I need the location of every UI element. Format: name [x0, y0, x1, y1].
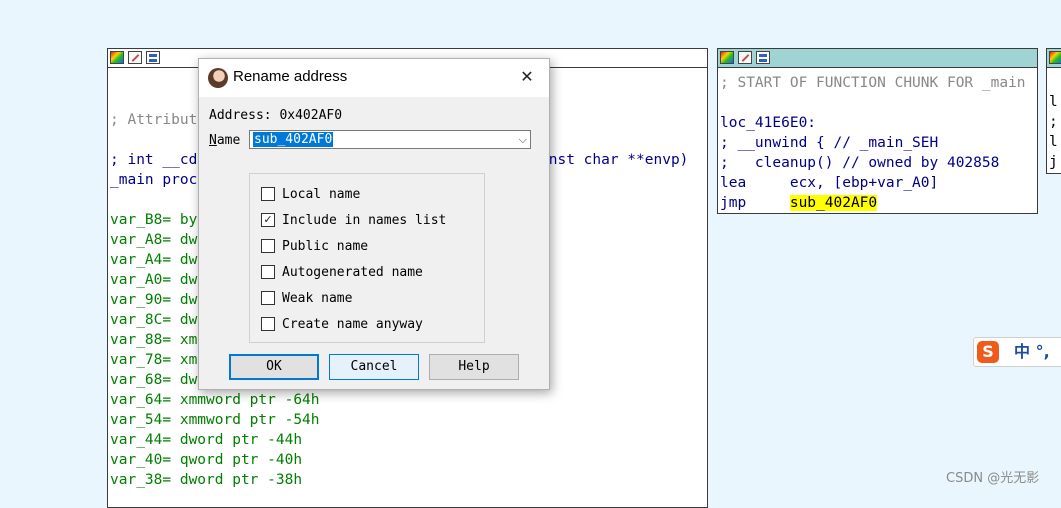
code-line[interactable]: loc_41E6E0: [720, 113, 1026, 133]
node-titlebar[interactable] [718, 49, 1037, 68]
checkbox-unchecked-icon[interactable] [261, 187, 275, 201]
graph-icon[interactable] [146, 51, 160, 64]
name-combobox[interactable]: sub_402AF0 ⌵ [249, 130, 531, 149]
code-line[interactable]: ; [1049, 112, 1058, 132]
disassembly-listing[interactable]: l; l j [1049, 72, 1058, 172]
chevron-down-icon[interactable]: ⌵ [519, 131, 527, 148]
checkbox-unchecked-icon[interactable] [261, 317, 275, 331]
name-flags-group: Local name ✓ Include in names list Public n… [249, 173, 485, 343]
code-line[interactable]: jmp sub_402AF0 [720, 193, 1026, 213]
app-avatar-icon [208, 68, 228, 88]
cancel-button[interactable]: Cancel [329, 354, 419, 380]
name-label: Name [209, 133, 240, 148]
code-line[interactable]: var_44= dword ptr -44h [110, 430, 320, 450]
code-line[interactable]: var_38= dword ptr -38h [110, 470, 320, 490]
edit-icon[interactable] [128, 51, 142, 64]
code-line[interactable]: var_40= qword ptr -40h [110, 450, 320, 470]
checkbox-label: Create name anyway [282, 317, 423, 332]
code-line[interactable]: l [1049, 92, 1058, 112]
name-label-mnemonic: N [209, 133, 217, 148]
node-titlebar[interactable] [1047, 49, 1061, 68]
checkbox-unchecked-icon[interactable] [261, 291, 275, 305]
checkbox-label: Autogenerated name [282, 265, 423, 280]
graph-node-chunk[interactable]: ; START OF FUNCTION CHUNK FOR _main loc_4… [717, 48, 1038, 214]
checkbox-label: Public name [282, 239, 369, 254]
dialog-title: Rename address [233, 68, 348, 85]
code-line[interactable]: var_54= xmmword ptr -54h [110, 410, 320, 430]
code-line[interactable]: ; __unwind { // _main_SEH [720, 133, 1026, 153]
rename-address-dialog[interactable]: Rename address ✕ Address: 0x402AF0 Name … [198, 58, 550, 390]
color-icon[interactable] [110, 51, 124, 64]
code-line[interactable]: j [1049, 152, 1058, 172]
color-icon[interactable] [1049, 51, 1061, 64]
ime-mode-text[interactable]: 中 °, [1014, 342, 1050, 362]
checkbox-label: Local name [282, 187, 361, 202]
edit-icon[interactable] [738, 51, 752, 64]
code-line[interactable]: ; cleanup() // owned by 402858 [720, 153, 1026, 173]
checkbox-unchecked-icon[interactable] [261, 265, 275, 279]
watermark: CSDN @光无影 [946, 471, 1040, 486]
checkbox-label: Include in names list [282, 213, 447, 228]
checkbox-label: Weak name [282, 291, 353, 306]
code-line[interactable]: l [1049, 132, 1058, 152]
color-icon[interactable] [720, 51, 734, 64]
code-line[interactable]: ; START OF FUNCTION CHUNK FOR _main [720, 73, 1026, 93]
ok-button[interactable]: OK [229, 354, 319, 380]
disassembly-listing[interactable]: ; START OF FUNCTION CHUNK FOR _main loc_4… [720, 73, 1026, 213]
code-line[interactable] [1049, 72, 1058, 92]
graph-icon[interactable] [756, 51, 770, 64]
checkbox-checked-icon[interactable]: ✓ [261, 213, 275, 227]
code-line[interactable]: var_64= xmmword ptr -64h [110, 390, 320, 410]
name-label-rest: ame [216, 133, 241, 148]
name-value[interactable]: sub_402AF0 [253, 132, 334, 147]
code-line[interactable]: lea ecx, [ebp+var_A0] [720, 173, 1026, 193]
dialog-titlebar[interactable]: Rename address ✕ [199, 59, 549, 97]
ime-toolbar[interactable]: S 中 °, [973, 337, 1061, 367]
checkbox-unchecked-icon[interactable] [261, 239, 275, 253]
jmp-target-label[interactable]: sub_402AF0 [789, 195, 878, 211]
ime-logo-icon[interactable]: S [977, 341, 999, 363]
close-icon[interactable]: ✕ [517, 67, 537, 87]
graph-node-partial[interactable]: l; l j [1046, 48, 1061, 174]
address-label: Address: 0x402AF0 [209, 108, 343, 123]
help-button[interactable]: Help [429, 354, 519, 380]
code-line[interactable] [720, 93, 1026, 113]
signature-tail: onst char **envp) [540, 152, 689, 168]
